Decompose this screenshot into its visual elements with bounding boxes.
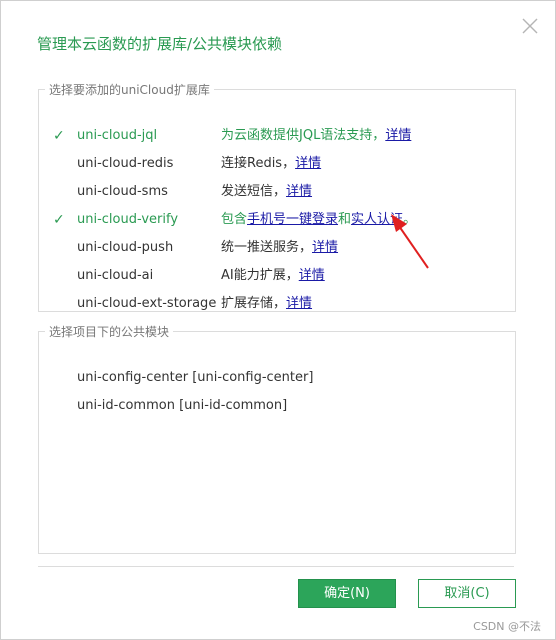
- ext-name: uni-cloud-push: [77, 240, 174, 255]
- watermark: CSDN @不法: [473, 620, 541, 633]
- ext-row-uni-cloud-push[interactable]: uni-cloud-push 统一推送服务，详情: [39, 237, 515, 259]
- details-link[interactable]: 详情: [385, 128, 411, 143]
- cancel-button[interactable]: 取消(C): [418, 579, 516, 608]
- ext-desc: 统一推送服务，详情: [221, 237, 338, 259]
- details-link[interactable]: 详情: [299, 268, 325, 283]
- ext-desc: 扩展存储，详情: [221, 293, 312, 315]
- ext-desc-text: AI能力扩展，: [221, 268, 299, 283]
- details-link[interactable]: 详情: [286, 184, 312, 199]
- ext-desc-text: 连接Redis，: [221, 156, 296, 171]
- modules-group: 选择项目下的公共模块 uni-config-center [uni-config…: [38, 323, 516, 554]
- ext-name: uni-cloud-ext-storage: [77, 296, 217, 311]
- details-link[interactable]: 详情: [312, 240, 338, 255]
- dependency-dialog: 管理本云函数的扩展库/公共模块依赖 选择要添加的uniCloud扩展库 ✓ un…: [0, 0, 556, 640]
- module-item-uni-id-common[interactable]: uni-id-common [uni-id-common]: [77, 395, 287, 417]
- ext-row-uni-cloud-redis[interactable]: uni-cloud-redis 连接Redis，详情: [39, 153, 515, 175]
- ext-desc-text: 为云函数提供JQL语法支持，: [221, 128, 386, 143]
- ext-name: uni-cloud-sms: [77, 184, 168, 199]
- ext-name: uni-cloud-verify: [77, 212, 179, 227]
- ext-name: uni-cloud-ai: [77, 268, 154, 283]
- checkmark-icon[interactable]: ✓: [53, 209, 67, 231]
- close-icon-glyph: [522, 18, 538, 34]
- annotation-arrow-icon: [391, 214, 429, 269]
- checkmark-icon[interactable]: ✓: [53, 125, 67, 147]
- extensions-legend: 选择要添加的uniCloud扩展库: [49, 83, 210, 97]
- ext-desc-mid: 和: [338, 212, 352, 227]
- ext-name: uni-cloud-jql: [77, 128, 158, 143]
- ext-desc-prefix: 包含: [221, 212, 248, 227]
- ext-row-uni-cloud-jql[interactable]: ✓ uni-cloud-jql 为云函数提供JQL语法支持，详情: [39, 125, 515, 147]
- ext-desc: 为云函数提供JQL语法支持，详情: [221, 125, 411, 147]
- ext-desc-text: 扩展存储，: [221, 296, 287, 311]
- ext-desc: 连接Redis，详情: [221, 153, 321, 175]
- ext-row-uni-cloud-sms[interactable]: uni-cloud-sms 发送短信，详情: [39, 181, 515, 203]
- extensions-group: 选择要添加的uniCloud扩展库 ✓ uni-cloud-jql 为云函数提供…: [38, 81, 516, 312]
- ext-name: uni-cloud-redis: [77, 156, 174, 171]
- ext-row-uni-cloud-ai[interactable]: uni-cloud-ai AI能力扩展，详情: [39, 265, 515, 287]
- modules-legend: 选择项目下的公共模块: [49, 325, 170, 339]
- module-item-uni-config-center[interactable]: uni-config-center [uni-config-center]: [77, 367, 313, 389]
- dialog-title: 管理本云函数的扩展库/公共模块依赖: [37, 35, 283, 53]
- ok-button[interactable]: 确定(N): [298, 579, 396, 608]
- ext-row-uni-cloud-ext-storage[interactable]: uni-cloud-ext-storage 扩展存储，详情: [39, 293, 515, 315]
- ext-desc-text: 发送短信，: [221, 184, 287, 199]
- close-icon[interactable]: [520, 16, 540, 36]
- ext-desc: AI能力扩展，详情: [221, 265, 325, 287]
- ext-row-uni-cloud-verify[interactable]: ✓ uni-cloud-verify 包含手机号一键登录和实人认证。: [39, 209, 515, 231]
- ext-desc-text: 统一推送服务，: [221, 240, 313, 255]
- details-link[interactable]: 详情: [286, 296, 312, 311]
- details-link[interactable]: 详情: [295, 156, 321, 171]
- ext-desc: 发送短信，详情: [221, 181, 312, 203]
- one-click-login-link[interactable]: 手机号一键登录: [247, 212, 338, 227]
- footer-divider: [38, 566, 514, 567]
